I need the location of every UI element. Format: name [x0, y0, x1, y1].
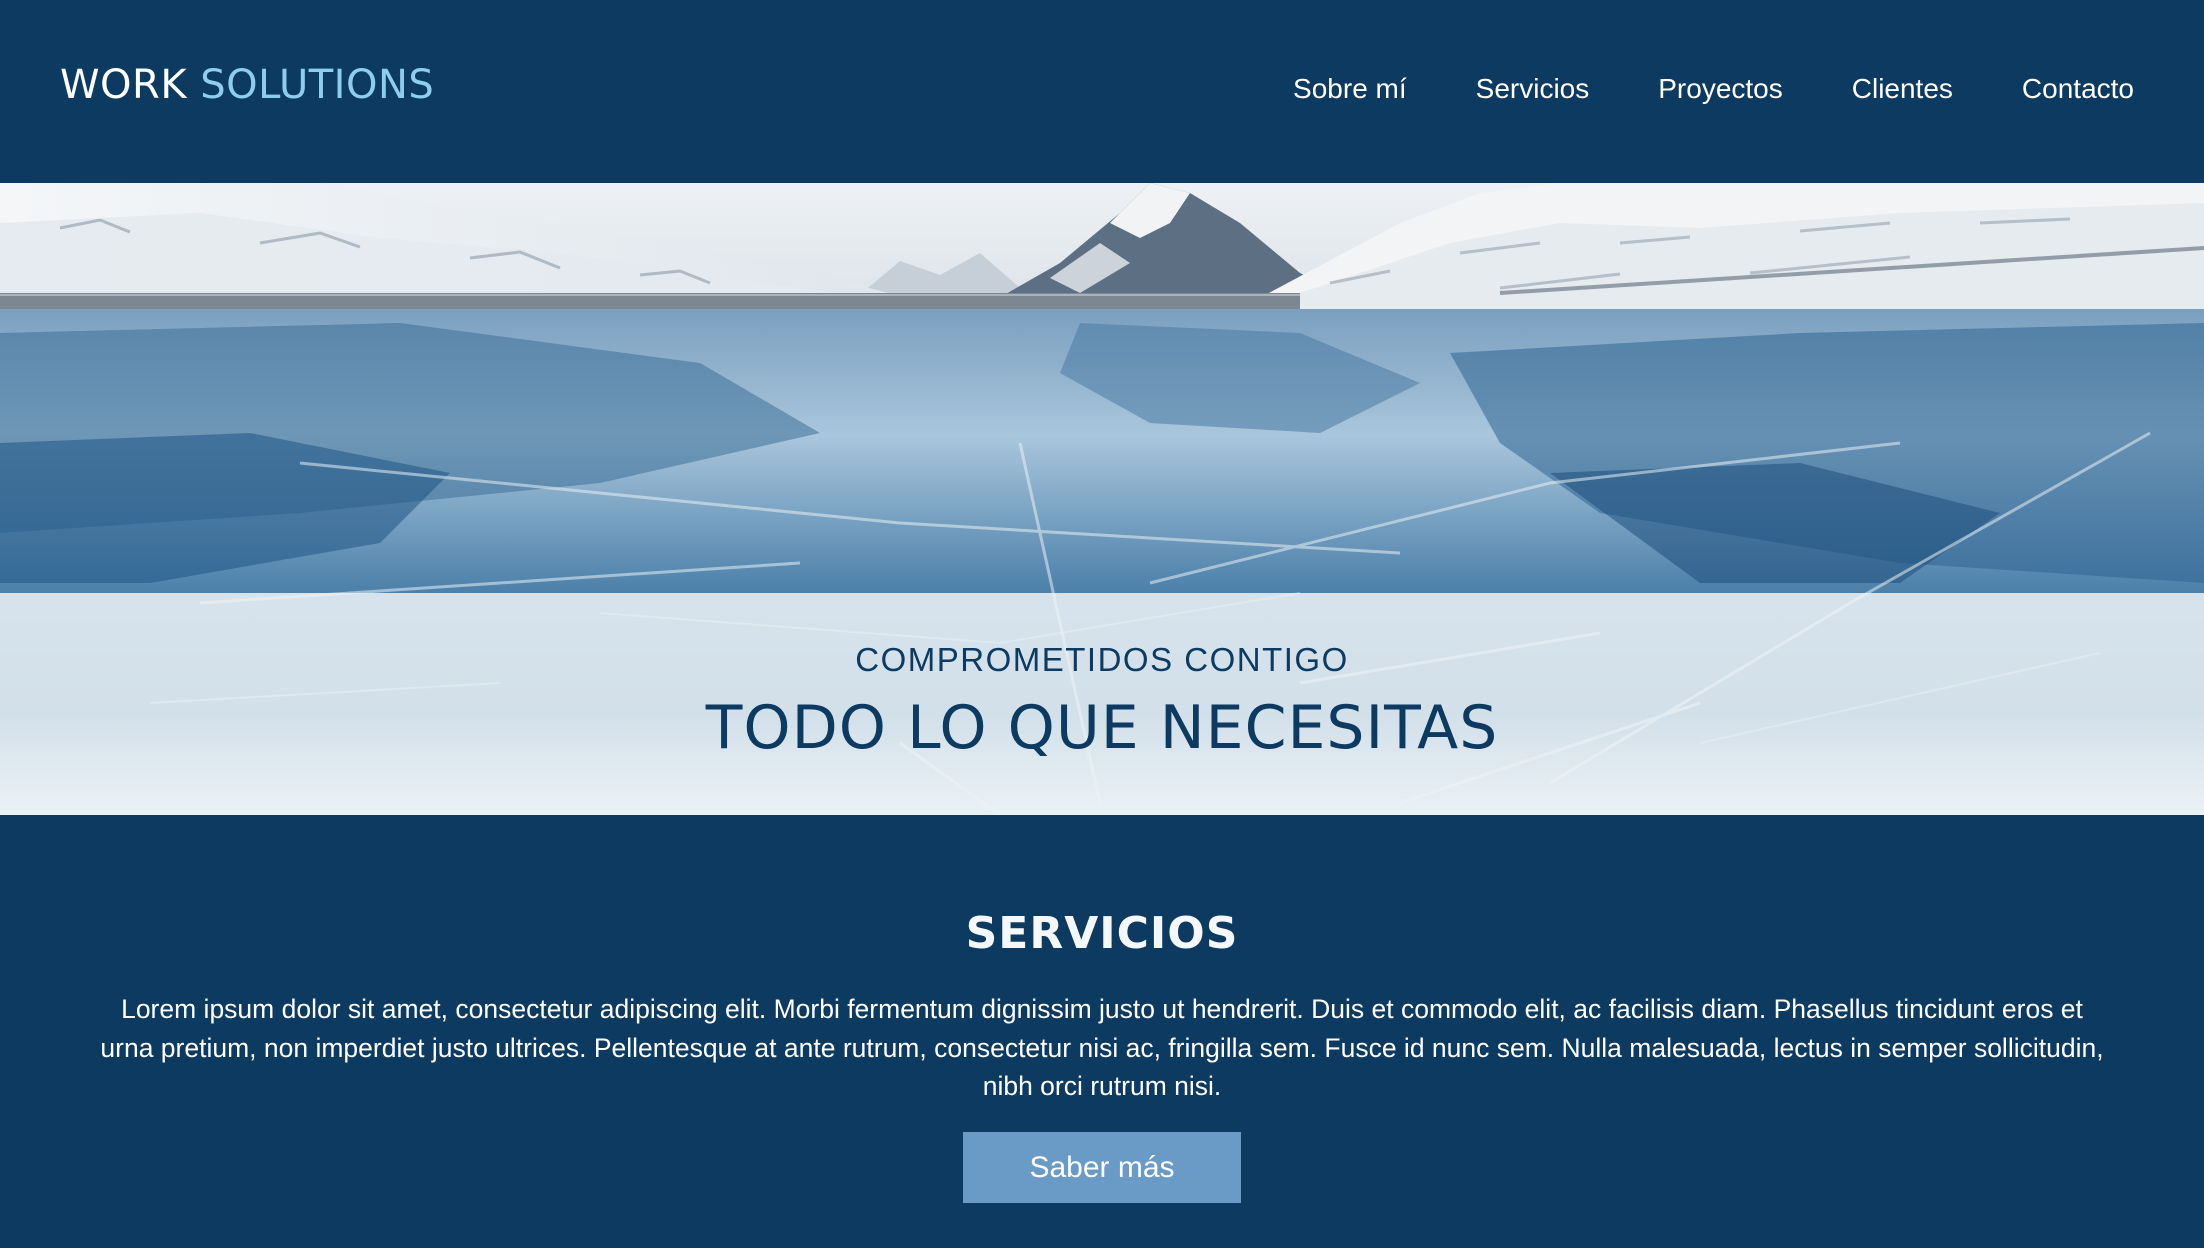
brand-word-work: WORK	[60, 62, 188, 108]
hero-headline: TODO LO QUE NECESITAS	[705, 693, 1499, 763]
site-header: WORK SOLUTIONS Sobre mí Servicios Proyec…	[0, 0, 2204, 183]
nav-item-sobre-mi[interactable]: Sobre mí	[1293, 73, 1407, 105]
nav-item-servicios[interactable]: Servicios	[1476, 73, 1590, 105]
hero-kicker: COMPROMETIDOS CONTIGO	[855, 641, 1349, 678]
brand-logo[interactable]: WORK SOLUTIONS	[60, 62, 434, 108]
hero-section: COMPROMETIDOS CONTIGO TODO LO QUE NECESI…	[0, 183, 2204, 815]
brand-word-solutions: SOLUTIONS	[200, 62, 435, 108]
services-title: SERVICIOS	[965, 908, 1239, 959]
hero-caption-band: COMPROMETIDOS CONTIGO TODO LO QUE NECESI…	[0, 593, 2204, 815]
main-nav: Sobre mí Servicios Proyectos Clientes Co…	[1293, 73, 2134, 105]
nav-item-clientes[interactable]: Clientes	[1852, 73, 1953, 105]
services-section: SERVICIOS Lorem ipsum dolor sit amet, co…	[0, 815, 2204, 1248]
nav-item-proyectos[interactable]: Proyectos	[1658, 73, 1783, 105]
services-description: Lorem ipsum dolor sit amet, consectetur …	[100, 994, 2104, 1101]
nav-item-contacto[interactable]: Contacto	[2022, 73, 2134, 105]
saber-mas-button[interactable]: Saber más	[963, 1132, 1241, 1203]
